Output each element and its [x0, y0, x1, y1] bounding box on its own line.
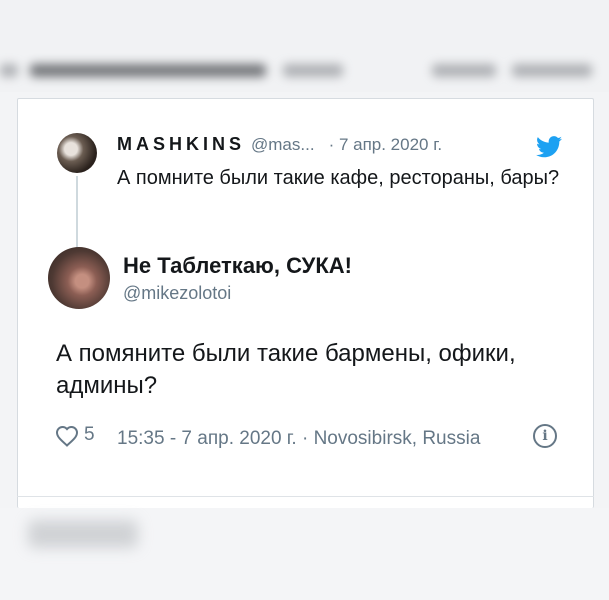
quoted-author-handle[interactable]: @mas... — [251, 135, 315, 155]
heart-icon[interactable] — [55, 425, 79, 447]
card-divider — [17, 496, 594, 497]
info-icon[interactable]: i — [533, 424, 557, 448]
blurred-background-text-bottom — [28, 520, 138, 548]
blurred-background-text — [0, 58, 609, 84]
tweet-timestamp-location[interactable]: 15:35 - 7 апр. 2020 г. · Novosibirsk, Ru… — [117, 424, 507, 454]
tweet-text: А помяните были такие бармены, офики, ад… — [56, 340, 516, 399]
quoted-tweet-text: А помните были такие кафе, рестораны, ба… — [117, 167, 560, 189]
thread-connector-line — [76, 176, 78, 248]
quoted-author-name[interactable]: MASHKINS — [117, 134, 245, 155]
author-avatar[interactable] — [48, 247, 110, 309]
twitter-bird-icon[interactable] — [536, 136, 562, 158]
like-count[interactable]: 5 — [84, 424, 95, 446]
author-handle[interactable]: @mikezolotoi — [123, 283, 231, 304]
quoted-tweet-header: MASHKINS @mas... · 7 апр. 2020 г. — [117, 134, 442, 158]
quoted-author-avatar[interactable] — [57, 133, 97, 173]
quoted-tweet-date[interactable]: · 7 апр. 2020 г. — [329, 135, 443, 155]
author-name[interactable]: Не Таблеткаю, СУКА! — [123, 253, 352, 279]
